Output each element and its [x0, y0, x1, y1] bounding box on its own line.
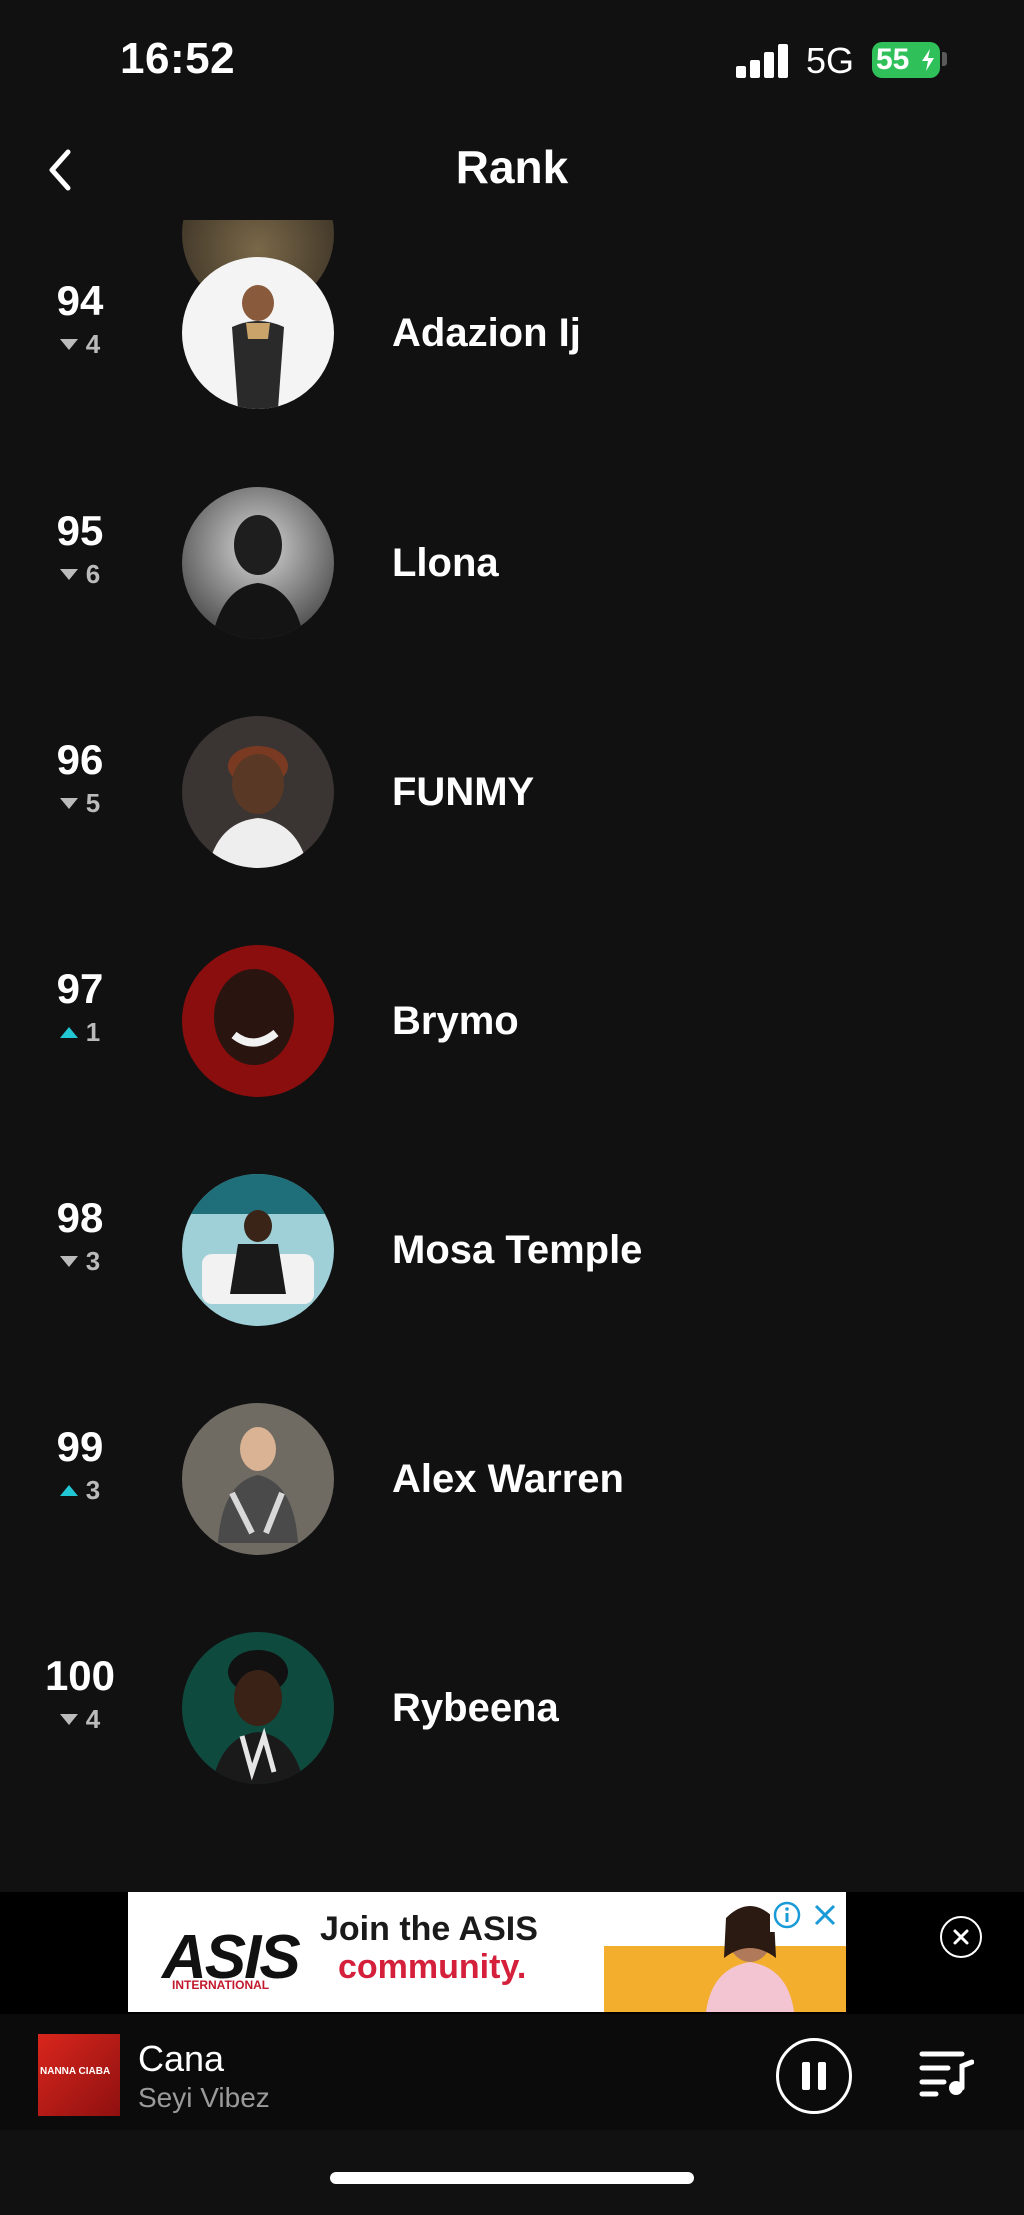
rank-change: 6: [20, 559, 140, 590]
rank-number: 98: [56, 1194, 104, 1241]
song-title: Cana: [138, 2038, 225, 2079]
status-time: 16:52: [120, 34, 236, 83]
rank-row[interactable]: 97 1 Brymo: [0, 907, 1024, 1136]
signal-icon: [736, 44, 790, 78]
rank-row[interactable]: 98 3 Mosa Temple: [0, 1136, 1024, 1365]
battery-level: 55: [876, 43, 910, 76]
rank-list[interactable]: 94 4 Adazion Ij 95 6 Llona 96 5 FUNMY 97…: [0, 220, 1024, 1892]
rank-change: 3: [20, 1246, 140, 1277]
pause-button[interactable]: [776, 2038, 852, 2114]
rank-row[interactable]: 96 5 FUNMY: [0, 678, 1024, 907]
artist-name: Llona: [392, 541, 499, 585]
artist-name: Adazion Ij: [392, 311, 581, 355]
battery-icon: 55: [872, 42, 940, 78]
queue-button[interactable]: [918, 2048, 975, 2098]
song-artist: Seyi Vibez: [138, 2082, 270, 2113]
rank-number: 99: [56, 1423, 104, 1470]
arrow-down-icon: [59, 798, 78, 809]
arrow-down-icon: [59, 1714, 78, 1725]
battery-cap: [942, 52, 947, 66]
rank-change: 4: [20, 329, 140, 360]
ad-banner[interactable]: ASIS INTERNATIONAL Join the ASIS communi…: [128, 1892, 846, 2012]
rank-row[interactable]: 94 4 Adazion Ij: [0, 220, 1024, 448]
rank-column: 97 1: [20, 965, 140, 1048]
album-cover[interactable]: NANNA CIABA: [38, 2034, 120, 2116]
arrow-down-icon: [59, 569, 78, 580]
close-icon: [953, 1929, 969, 1945]
rank-row[interactable]: 95 6 Llona: [0, 449, 1024, 678]
rank-number: 94: [56, 277, 104, 324]
cover-text: NANNA CIABA: [40, 2066, 111, 2077]
arrow-down-icon: [59, 1256, 78, 1267]
rank-column: 99 3: [20, 1423, 140, 1506]
rank-change-value: 3: [85, 1475, 101, 1505]
avatar[interactable]: [182, 716, 334, 868]
ad-dismiss-button[interactable]: [940, 1916, 982, 1958]
ad-logo-sub: INTERNATIONAL: [172, 1978, 270, 1992]
rank-change-value: 3: [85, 1246, 101, 1276]
mini-player[interactable]: NANNA CIABA Cana Seyi Vibez: [0, 2014, 1024, 2130]
arrow-up-icon: [59, 1027, 78, 1038]
home-area: [0, 2130, 1024, 2215]
ad-subline: community.: [338, 1948, 527, 1986]
artist-name: Brymo: [392, 999, 519, 1043]
status-bar: 16:52 5G 55: [0, 0, 1024, 120]
rank-change-value: 1: [85, 1017, 101, 1047]
artist-name: Rybeena: [392, 1686, 559, 1730]
rank-column: 95 6: [20, 507, 140, 590]
avatar[interactable]: [182, 487, 334, 639]
info-icon: [773, 1901, 801, 1929]
home-indicator[interactable]: [330, 2172, 694, 2184]
ad-close-button[interactable]: [808, 1898, 842, 1932]
rank-change: 1: [20, 1017, 140, 1048]
nav-bar: Rank: [0, 120, 1024, 220]
artist-name: FUNMY: [392, 770, 535, 814]
arrow-up-icon: [59, 1485, 78, 1496]
avatar[interactable]: [182, 1403, 334, 1555]
rank-column: 98 3: [20, 1194, 140, 1277]
rank-change: 5: [20, 788, 140, 819]
rank-change-value: 6: [85, 559, 101, 589]
rank-number: 96: [56, 736, 104, 783]
rank-row[interactable]: 100 4 Rybeena: [0, 1594, 1024, 1823]
ad-info-button[interactable]: [770, 1898, 804, 1932]
ad-headline: Join the ASIS: [320, 1910, 538, 1948]
rank-number: 97: [56, 965, 104, 1012]
close-icon: [814, 1904, 836, 1926]
page-title: Rank: [455, 141, 569, 193]
pause-icon-bar: [802, 2062, 810, 2090]
artist-name: Alex Warren: [392, 1457, 624, 1501]
rank-change-value: 4: [85, 329, 101, 359]
rank-change-value: 5: [85, 788, 101, 818]
network-type: 5G: [806, 40, 855, 81]
rank-change-value: 4: [85, 1704, 101, 1734]
rank-number: 100: [44, 1652, 116, 1699]
artist-name: Mosa Temple: [392, 1228, 643, 1272]
arrow-down-icon: [59, 339, 78, 350]
rank-column: 94 4: [20, 277, 140, 360]
rank-row[interactable]: 99 3 Alex Warren: [0, 1365, 1024, 1594]
avatar[interactable]: [182, 1632, 334, 1784]
ad-strip: ASIS INTERNATIONAL Join the ASIS communi…: [0, 1892, 1024, 2014]
rank-change: 4: [20, 1704, 140, 1735]
avatar[interactable]: [182, 1174, 334, 1326]
avatar[interactable]: [182, 257, 334, 409]
rank-change: 3: [20, 1475, 140, 1506]
playlist-icon: [919, 2051, 975, 2097]
pause-icon-bar: [818, 2062, 826, 2090]
rank-column: 96 5: [20, 736, 140, 819]
avatar[interactable]: [182, 945, 334, 1097]
rank-column: 100 4: [20, 1652, 140, 1735]
rank-number: 95: [56, 507, 104, 554]
